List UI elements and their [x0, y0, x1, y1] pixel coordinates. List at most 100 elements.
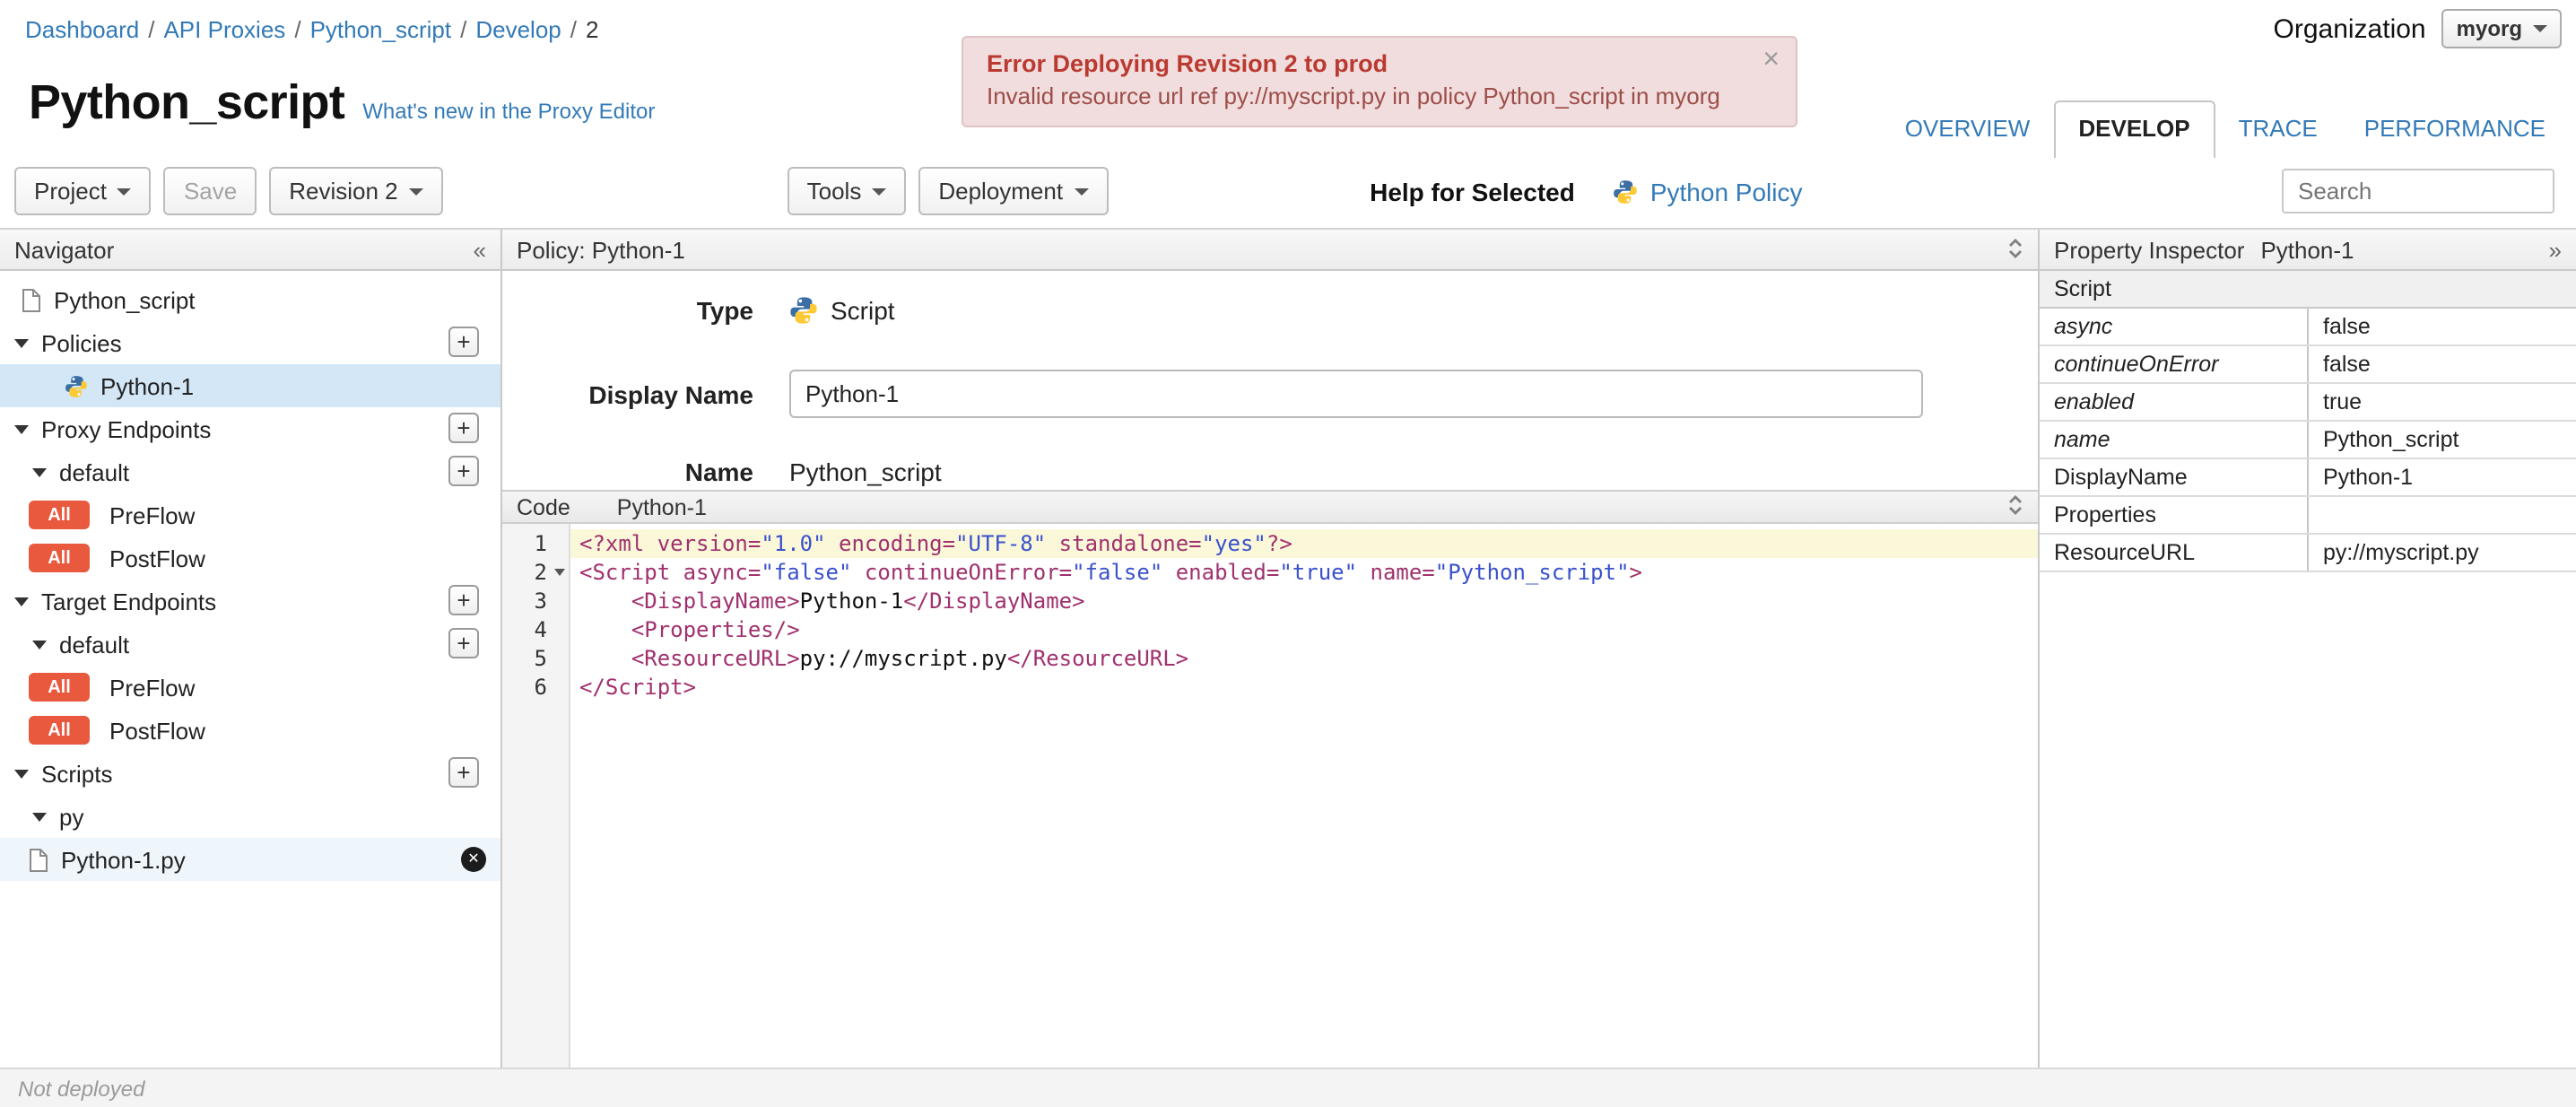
inspector-row[interactable]: async false: [2040, 308, 2576, 346]
revision-button[interactable]: Revision 2: [269, 167, 443, 215]
tools-button[interactable]: Tools: [787, 167, 907, 215]
chevron-down-icon: [2533, 25, 2547, 32]
project-button[interactable]: Project: [14, 167, 152, 215]
nav-section-label: Proxy Endpoints: [41, 415, 212, 442]
nav-item-proxy-root[interactable]: Python_script: [0, 278, 500, 321]
error-banner: Error Deploying Revision 2 to prod Inval…: [962, 36, 1797, 127]
name-label: Name: [684, 458, 753, 486]
expander-triangle-icon[interactable]: [14, 425, 29, 434]
inspector-section-script: Script: [2040, 271, 2576, 309]
nav-item-label: default: [59, 458, 130, 485]
tools-button-label: Tools: [806, 178, 862, 205]
code-lines[interactable]: <?xml version="1.0" encoding="UTF-8" sta…: [570, 524, 2038, 1068]
organization-area: Organization myorg: [2274, 9, 2562, 48]
all-badge: All: [29, 673, 90, 702]
tab-performance[interactable]: PERFORMANCE: [2341, 102, 2569, 158]
name-value: Python_script: [789, 458, 942, 486]
line-number: 4: [534, 617, 547, 642]
breadcrumb-current-revision: 2: [586, 16, 599, 43]
nav-section-label: Target Endpoints: [41, 588, 217, 615]
save-button[interactable]: Save: [163, 167, 257, 215]
inspector-row[interactable]: DisplayName Python-1: [2040, 458, 2576, 497]
inspector-row[interactable]: continueOnError false: [2040, 345, 2576, 384]
nav-item-proxy-endpoint-default[interactable]: default +: [0, 450, 500, 493]
nav-item-proxy-preflow[interactable]: All PreFlow: [0, 493, 500, 536]
file-icon: [22, 288, 41, 311]
tab-bar: OVERVIEW DEVELOP TRACE PERFORMANCE: [1882, 100, 2569, 158]
policy-panel-header: Policy: Python-1: [502, 230, 2038, 271]
all-badge: All: [29, 544, 90, 572]
display-name-label: Display Name: [588, 379, 753, 408]
tab-overview[interactable]: OVERVIEW: [1882, 102, 2054, 158]
python-policy-help-link[interactable]: Python Policy: [1650, 177, 1803, 205]
collapse-panel-icon[interactable]: «: [474, 238, 486, 261]
inspector-row[interactable]: enabled true: [2040, 383, 2576, 422]
add-flow-button[interactable]: +: [448, 628, 479, 658]
code-line[interactable]: </Script>: [570, 673, 2038, 702]
breadcrumb-link-proxy[interactable]: Python_script: [310, 16, 452, 43]
code-line[interactable]: <?xml version="1.0" encoding="UTF-8" sta…: [570, 529, 2038, 558]
nav-item-label: Python-1: [100, 372, 195, 399]
nav-folder-py[interactable]: py: [0, 795, 500, 838]
add-proxy-endpoint-button[interactable]: +: [448, 413, 479, 443]
nav-item-policy-python-1[interactable]: Python-1: [0, 364, 500, 407]
nav-item-proxy-postflow[interactable]: All PostFlow: [0, 536, 500, 580]
display-name-input[interactable]: [789, 370, 1923, 418]
expander-triangle-icon[interactable]: [32, 468, 47, 477]
breadcrumb-link-api-proxies[interactable]: API Proxies: [163, 16, 285, 43]
fold-triangle-icon[interactable]: [554, 569, 565, 576]
python-icon: [65, 374, 88, 397]
collapse-expand-icon[interactable]: [2007, 236, 2023, 263]
nav-item-label: Python-1.py: [61, 846, 186, 873]
nav-item-script-file[interactable]: Python-1.py ✕: [0, 838, 500, 881]
breadcrumb-separator: /: [460, 16, 467, 43]
add-script-button[interactable]: +: [448, 757, 479, 788]
error-banner-message: Invalid resource url ref py://myscript.p…: [987, 83, 1720, 109]
nav-section-proxy-endpoints[interactable]: Proxy Endpoints +: [0, 407, 500, 450]
inspector-row[interactable]: ResourceURL py://myscript.py: [2040, 534, 2576, 572]
expand-panel-icon[interactable]: »: [2549, 238, 2562, 261]
code-line[interactable]: <Script async="false" continueOnError="f…: [570, 558, 2038, 587]
nav-item-target-endpoint-default[interactable]: default +: [0, 623, 500, 666]
nav-section-target-endpoints[interactable]: Target Endpoints +: [0, 580, 500, 623]
property-inspector-header: Property Inspector Python-1 »: [2040, 230, 2576, 271]
type-label: Type: [696, 296, 753, 325]
property-inspector-subtitle: Python-1: [2260, 236, 2354, 263]
breadcrumb-link-dashboard[interactable]: Dashboard: [25, 16, 139, 43]
breadcrumb-separator: /: [294, 16, 301, 43]
expander-triangle-icon[interactable]: [14, 339, 29, 348]
code-file-name: Python-1: [616, 494, 707, 519]
collapse-expand-icon[interactable]: [2007, 493, 2023, 520]
error-banner-title: Error Deploying Revision 2 to prod: [987, 50, 1388, 77]
all-badge: All: [29, 501, 90, 529]
expander-triangle-icon[interactable]: [14, 597, 29, 606]
inspector-row[interactable]: Properties: [2040, 496, 2576, 535]
add-policy-button[interactable]: +: [448, 327, 479, 357]
tab-develop[interactable]: DEVELOP: [2053, 100, 2215, 158]
expander-triangle-icon[interactable]: [32, 813, 47, 822]
inspector-row[interactable]: name Python_script: [2040, 421, 2576, 459]
search-input[interactable]: [2282, 169, 2554, 214]
add-target-endpoint-button[interactable]: +: [448, 585, 479, 615]
expander-triangle-icon[interactable]: [14, 770, 29, 779]
code-editor[interactable]: 123 4 5 6 <?xml version="1.0" encoding="UTF…: [502, 524, 2038, 1068]
organization-select[interactable]: myorg: [2441, 9, 2562, 48]
nav-item-target-preflow[interactable]: All PreFlow: [0, 666, 500, 709]
nav-item-target-postflow[interactable]: All PostFlow: [0, 709, 500, 752]
breadcrumb-separator: /: [148, 16, 155, 43]
delete-script-icon[interactable]: ✕: [461, 847, 486, 872]
add-flow-button[interactable]: +: [448, 456, 479, 486]
whats-new-link[interactable]: What's new in the Proxy Editor: [362, 99, 655, 124]
page-title: Python_script: [29, 75, 345, 129]
code-line[interactable]: <Properties/>: [570, 615, 2038, 644]
nav-section-policies[interactable]: Policies +: [0, 321, 500, 364]
tab-trace[interactable]: TRACE: [2215, 102, 2341, 158]
breadcrumb-separator: /: [570, 16, 577, 43]
code-line[interactable]: <ResourceURL>py://myscript.py</ResourceU…: [570, 644, 2038, 673]
breadcrumb-link-develop[interactable]: Develop: [475, 16, 561, 43]
code-line[interactable]: <DisplayName>Python-1</DisplayName>: [570, 587, 2038, 615]
deployment-button[interactable]: Deployment: [918, 167, 1109, 215]
nav-section-scripts[interactable]: Scripts +: [0, 752, 500, 795]
close-icon[interactable]: ×: [1762, 45, 1780, 77]
expander-triangle-icon[interactable]: [32, 641, 47, 649]
